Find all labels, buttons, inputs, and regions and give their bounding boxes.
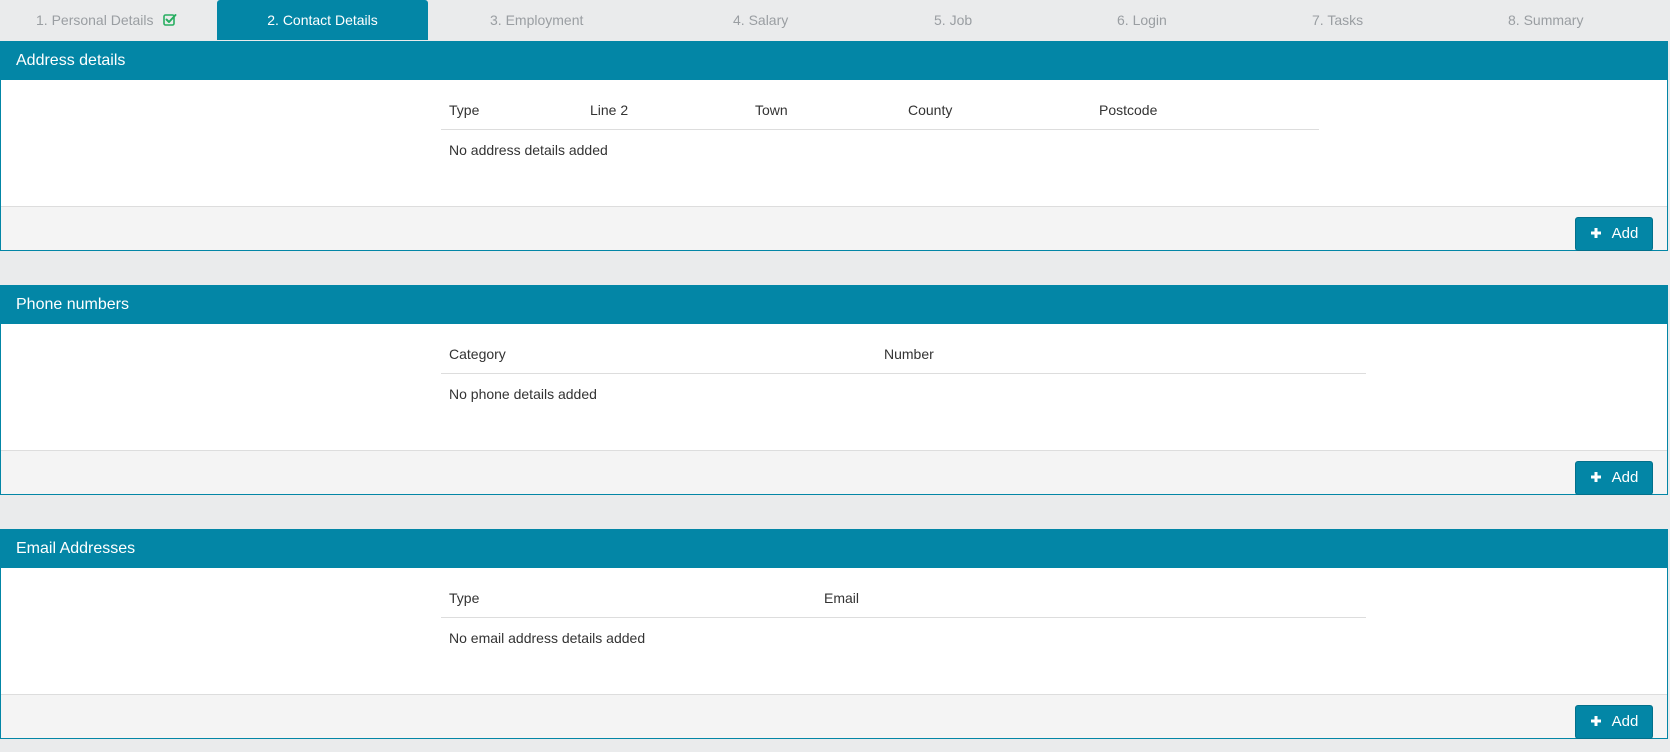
tab-label: 8. Summary: [1508, 12, 1584, 28]
column-header-town: Town: [755, 102, 788, 118]
empty-message: No phone details added: [449, 386, 597, 402]
add-label: Add: [1611, 469, 1639, 486]
column-header-type: Type: [449, 102, 480, 118]
add-email-button[interactable]: Add: [1575, 705, 1653, 739]
add-phone-button[interactable]: Add: [1575, 461, 1653, 495]
address-panel: Address details Type Line 2 Town County …: [0, 41, 1668, 251]
column-header-number: Number: [884, 346, 934, 362]
plus-icon: [1590, 228, 1601, 238]
panel-title: Phone numbers: [1, 286, 1667, 324]
panel-footer: Add: [1, 694, 1667, 739]
plus-icon: [1590, 716, 1601, 726]
check-square-icon: [163, 14, 177, 26]
email-panel: Email Addresses Type Email No email addr…: [0, 529, 1668, 739]
table-header: Type Line 2 Town County Postcode: [441, 102, 1319, 130]
panel-body: Type Line 2 Town County Postcode No addr…: [1, 80, 1667, 206]
column-header-line-2: Line 2: [590, 102, 629, 118]
plus-icon: [1590, 472, 1601, 482]
panel-title: Address details: [1, 42, 1667, 80]
tab-summary[interactable]: 8. Summary: [1508, 0, 1583, 40]
panel-footer: Add: [1, 206, 1667, 251]
column-header-email: Email: [824, 590, 860, 606]
table-header: Type Email: [441, 590, 1366, 618]
add-label: Add: [1611, 713, 1639, 730]
tab-label: 5. Job: [934, 12, 973, 28]
column-header-type: Type: [449, 590, 480, 606]
phone-panel: Phone numbers Category Number No phone d…: [0, 285, 1668, 495]
column-header-category: Category: [449, 346, 506, 362]
tab-login[interactable]: 6. Login: [1117, 0, 1167, 40]
column-header-county: County: [908, 102, 953, 118]
tab-label: 2. Contact Details: [267, 12, 378, 28]
panel-body: Type Email No email address details adde…: [1, 568, 1667, 694]
empty-message: No address details added: [449, 142, 608, 158]
tab-salary[interactable]: 4. Salary: [733, 0, 788, 40]
table-header: Category Number: [441, 346, 1366, 374]
tab-contact-details[interactable]: 2. Contact Details: [217, 0, 428, 40]
tab-label: 3. Employment: [490, 12, 584, 28]
panel-body: Category Number No phone details added: [1, 324, 1667, 450]
tab-personal-details[interactable]: 1. Personal Details: [36, 0, 177, 40]
wizard-tabs: 1. Personal Details 2. Contact Details 3…: [0, 0, 1670, 40]
panel-title: Email Addresses: [1, 530, 1667, 568]
tab-label: 1. Personal Details: [36, 12, 154, 28]
tab-label: 7. Tasks: [1312, 12, 1364, 28]
panel-footer: Add: [1, 450, 1667, 495]
tab-employment[interactable]: 3. Employment: [490, 0, 583, 40]
column-header-postcode: Postcode: [1099, 102, 1158, 118]
tab-job[interactable]: 5. Job: [934, 0, 972, 40]
tab-label: 4. Salary: [733, 12, 789, 28]
tab-label: 6. Login: [1117, 12, 1167, 28]
add-address-button[interactable]: Add: [1575, 217, 1653, 251]
empty-message: No email address details added: [449, 630, 646, 646]
tab-tasks[interactable]: 7. Tasks: [1312, 0, 1363, 40]
add-label: Add: [1611, 225, 1639, 242]
